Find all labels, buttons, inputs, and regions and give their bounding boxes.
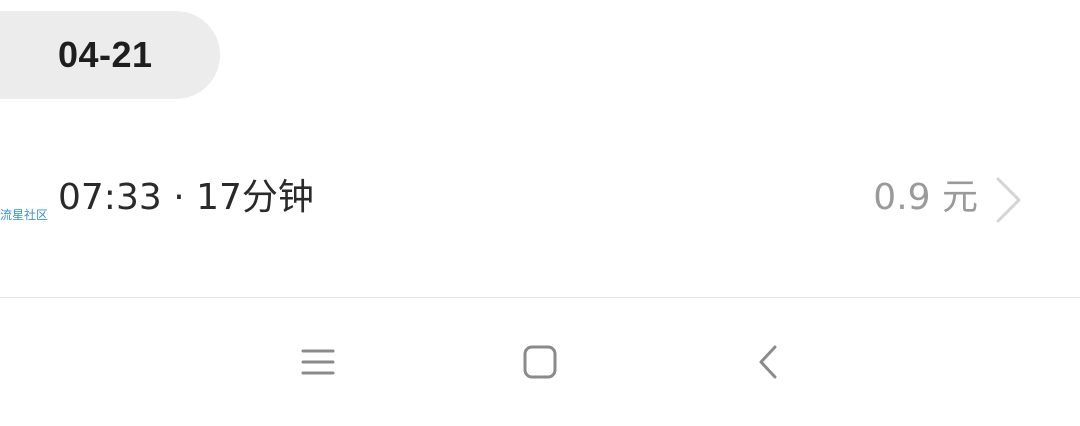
date-header-pill: 04-21 [0, 11, 220, 99]
ride-time-duration: 07:33 · 17分钟 [58, 177, 314, 218]
back-arrow-icon [759, 345, 777, 379]
ride-record-row[interactable]: 流星社区 07:33 · 17分钟 0.9 元 [0, 130, 1080, 266]
home-button[interactable] [516, 338, 564, 386]
home-square-icon [523, 345, 557, 379]
watermark-text: 流星社区 [0, 208, 49, 222]
chevron-right-icon [996, 177, 1021, 223]
system-navigation-bar [0, 298, 1080, 426]
date-label: 04-21 [58, 34, 153, 75]
menu-button[interactable] [294, 338, 342, 386]
ride-fare: 0.9 元 [873, 177, 978, 218]
menu-icon [301, 349, 335, 375]
back-button[interactable] [744, 338, 792, 386]
ride-history-page: 04-21 流星社区 07:33 · 17分钟 0.9 元 [0, 0, 1080, 426]
